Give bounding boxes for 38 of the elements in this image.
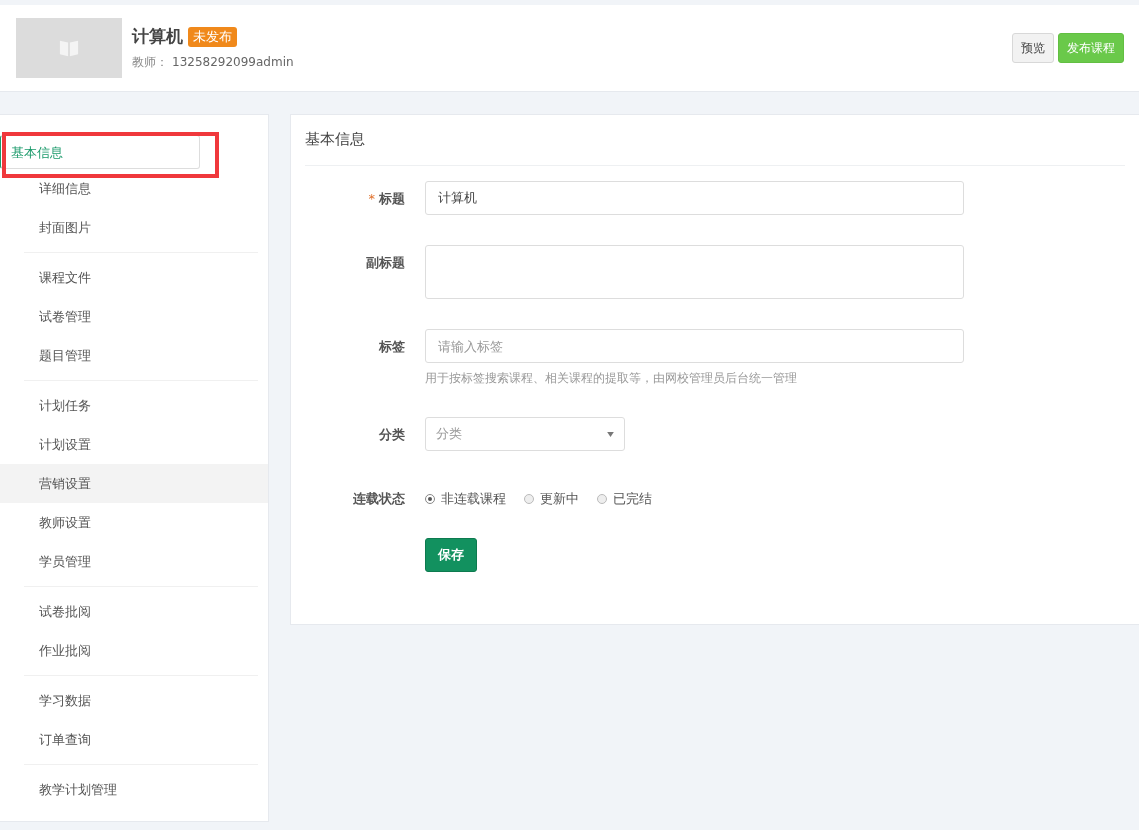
field-label: 分类 <box>379 427 405 442</box>
field-label: 连载状态 <box>353 491 405 506</box>
sidebar-item[interactable]: 计划设置 <box>0 425 268 464</box>
sidebar-item[interactable]: 课程文件 <box>0 258 268 297</box>
required-marker: * <box>368 191 375 206</box>
sidebar-item[interactable]: 详细信息 <box>0 169 268 208</box>
teacher-name: 13258292099admin <box>172 55 294 69</box>
course-title: 计算机 <box>132 25 183 48</box>
book-icon <box>58 38 80 58</box>
sidebar-item[interactable]: 学员管理 <box>0 542 268 581</box>
caret-icon <box>607 431 614 437</box>
field-label: 副标题 <box>366 255 405 270</box>
sidebar-item[interactable]: 订单查询 <box>0 720 268 759</box>
sidebar-item[interactable]: 基本信息 <box>0 135 200 169</box>
save-button[interactable]: 保存 <box>425 538 477 572</box>
sidebar-item[interactable]: 试卷批阅 <box>0 592 268 631</box>
sidebar-item[interactable]: 教学计划管理 <box>0 770 268 809</box>
help-text: 用于按标签搜索课程、相关课程的提取等，由网校管理员后台统一管理 <box>425 370 798 387</box>
teacher-label: 教师： <box>132 55 168 69</box>
field-label: 标签 <box>379 339 405 354</box>
sidebar-item[interactable]: 计划任务 <box>0 386 268 425</box>
radio-option[interactable]: 已完结 <box>597 490 652 508</box>
sidebar-item[interactable]: 题目管理 <box>0 336 268 375</box>
preview-button[interactable]: 预览 <box>1012 33 1054 63</box>
sidebar-item[interactable]: 教师设置 <box>0 503 268 542</box>
sidebar-item[interactable]: 封面图片 <box>0 208 268 247</box>
sidebar-item[interactable]: 作业批阅 <box>0 631 268 670</box>
input-field[interactable]: 计算机 <box>425 181 964 215</box>
sidebar-item[interactable]: 试卷管理 <box>0 297 268 336</box>
panel-title: 基本信息 <box>305 115 1125 166</box>
input-field[interactable]: 请输入标签 <box>425 329 964 363</box>
radio-option[interactable]: 非连载课程 <box>425 490 506 508</box>
status-badge: 未发布 <box>188 26 237 47</box>
textarea-field[interactable] <box>425 245 964 299</box>
sidebar-item[interactable]: 学习数据 <box>0 681 268 720</box>
radio-option[interactable]: 更新中 <box>524 490 579 508</box>
sidebar-item[interactable]: 营销设置 <box>0 464 268 503</box>
field-label: 标题 <box>379 191 405 206</box>
